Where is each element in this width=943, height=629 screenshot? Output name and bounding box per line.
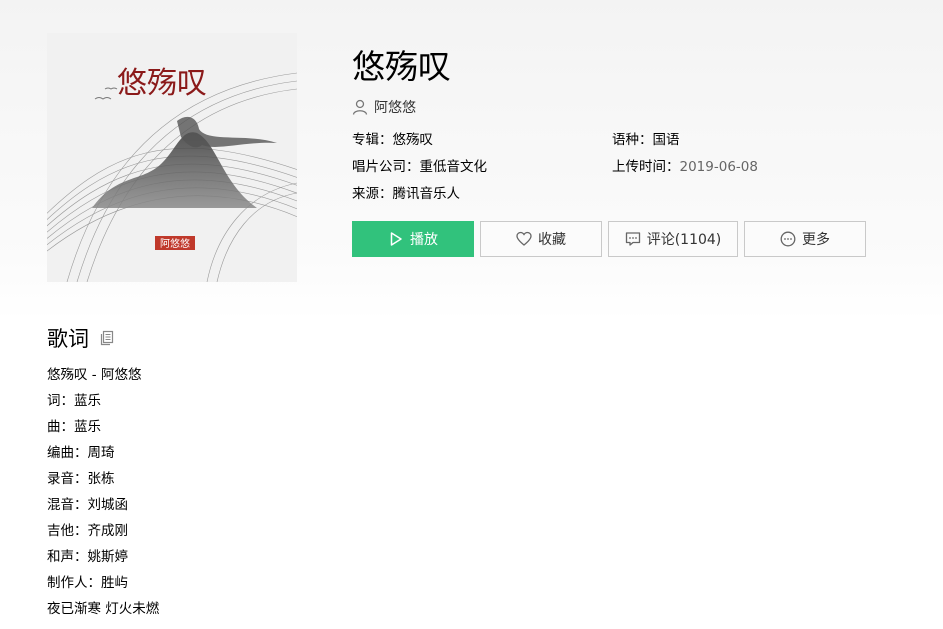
singer-link[interactable]: 阿悠悠 (352, 96, 416, 118)
person-icon (352, 99, 368, 115)
song-title: 悠殇叹 (352, 47, 451, 86)
heart-icon (516, 231, 532, 247)
comment-icon (625, 231, 641, 247)
language-info: 语种：国语 (612, 132, 680, 148)
upload-date: 2019-06-08 (679, 159, 758, 175)
lyric-line: 混音：刘城函 (47, 497, 128, 513)
lyric-line: 编曲：周琦 (47, 445, 115, 461)
lyric-line: 和声：姚斯婷 (47, 549, 128, 565)
album-info[interactable]: 专辑：悠殇叹 (352, 130, 433, 150)
play-label: 播放 (410, 232, 438, 248)
lyric-line: 制作人：胜屿 (47, 575, 128, 591)
lyric-line: 录音：张栋 (47, 471, 115, 487)
lyrics-header: 歌词 (47, 322, 115, 354)
upload-time-label: 上传时间： (612, 159, 680, 175)
lyric-line: 吉他：齐成刚 (47, 523, 128, 539)
comment-label: 评论(1104) (646, 232, 722, 248)
label-info: 唱片公司：重低音文化 (352, 159, 487, 175)
album-cover[interactable]: 悠殇叹 阿悠悠 (47, 33, 297, 282)
more-button[interactable]: 更多 (744, 221, 866, 257)
lyric-line: 悠殇叹 - 阿悠悠 (47, 367, 142, 383)
upload-time-info: 上传时间：2019-06-08 (612, 157, 758, 177)
lyrics-list: 悠殇叹 - 阿悠悠 词：蓝乐 曲：蓝乐 编曲：周琦 录音：张栋 混音：刘城函 吉… (47, 364, 159, 624)
comment-button[interactable]: 评论(1104) (608, 221, 738, 257)
lyric-line: 词：蓝乐 (47, 393, 101, 409)
lyrics-title: 歌词 (47, 327, 89, 351)
lyric-line: 夜已渐寒 灯火未燃 (47, 601, 160, 617)
album-cover-art: 悠殇叹 阿悠悠 (47, 33, 297, 282)
favorite-label: 收藏 (538, 232, 566, 248)
more-label: 更多 (802, 232, 830, 248)
source-info: 来源：腾讯音乐人 (352, 186, 460, 202)
play-icon (388, 231, 404, 247)
more-dots-icon (780, 231, 796, 247)
copy-icon[interactable] (99, 330, 115, 346)
cover-stamp: 阿悠悠 (160, 237, 190, 250)
favorite-button[interactable]: 收藏 (480, 221, 602, 257)
cover-title: 悠殇叹 (117, 66, 207, 101)
singer-name[interactable]: 阿悠悠 (374, 97, 416, 117)
lyric-line: 曲：蓝乐 (47, 419, 101, 435)
play-button[interactable]: 播放 (352, 221, 474, 257)
